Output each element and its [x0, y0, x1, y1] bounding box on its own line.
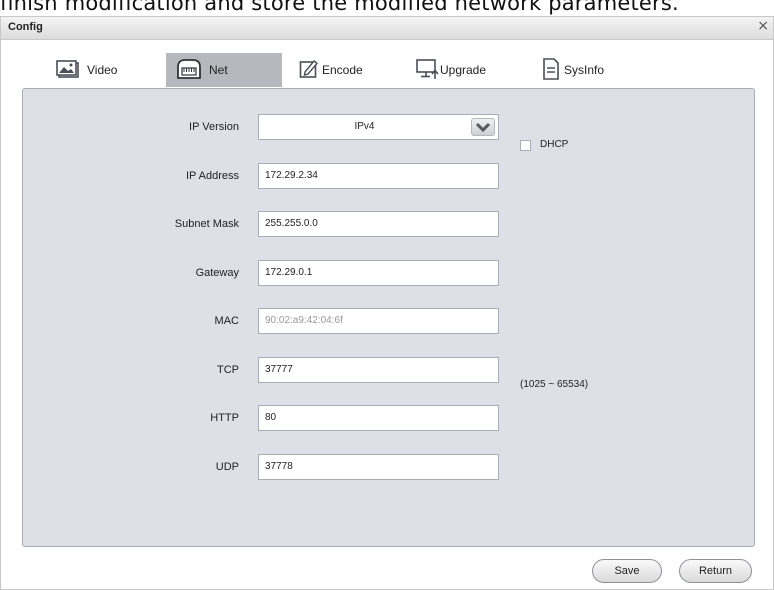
udp-label: UDP	[215, 461, 239, 473]
window-title: Config	[8, 21, 43, 33]
ip-version-value: IPv4	[354, 121, 375, 132]
network-icon	[176, 58, 202, 83]
edit-icon	[299, 59, 319, 82]
chevron-down-icon	[475, 122, 491, 133]
tab-sysinfo-label: SysInfo	[564, 63, 605, 77]
tcp-label: TCP	[217, 364, 239, 376]
ip-address-field[interactable]: 172.29.2.34	[258, 163, 499, 189]
udp-field[interactable]: 37778	[258, 454, 499, 480]
http-label: HTTP	[210, 412, 239, 424]
save-button[interactable]: Save	[592, 559, 662, 583]
tab-video-label: Video	[87, 63, 118, 77]
tab-upgrade[interactable]: Upgrade	[416, 53, 486, 87]
dhcp-label: DHCP	[540, 139, 569, 150]
ip-version-select[interactable]: IPv4	[258, 114, 499, 140]
tab-sysinfo[interactable]: SysInfo	[542, 53, 604, 87]
subnet-mask-label: Subnet Mask	[174, 218, 239, 230]
config-dialog: Config × Video Net Encode Upgrade SysInf…	[0, 16, 774, 590]
return-button[interactable]: Return	[679, 559, 752, 583]
dropdown-button[interactable]	[471, 118, 495, 136]
tab-upgrade-label: Upgrade	[440, 63, 487, 77]
tab-bar: Video Net Encode Upgrade SysInfo	[1, 53, 773, 87]
tab-encode-label: Encode	[322, 63, 363, 77]
mac-field: 90:02:a9:42:04:6f	[258, 308, 499, 334]
tab-encode[interactable]: Encode	[299, 53, 363, 87]
tab-net[interactable]: Net	[166, 53, 282, 87]
dhcp-checkbox[interactable]	[520, 140, 531, 151]
gateway-field[interactable]: 172.29.0.1	[258, 260, 499, 286]
gateway-label: Gateway	[195, 267, 239, 279]
ip-address-label: IP Address	[186, 170, 239, 182]
image-icon	[56, 59, 80, 82]
http-field[interactable]: 80	[258, 405, 499, 431]
net-settings-panel: IP Version IPv4 DHCP IP Address 172.29.2…	[22, 88, 755, 547]
title-bar: Config ×	[1, 17, 773, 40]
tcp-range-hint: (1025 ~ 65534)	[520, 379, 589, 390]
tab-net-label: Net	[209, 63, 228, 77]
close-icon[interactable]: ×	[757, 18, 769, 34]
document-icon	[542, 57, 560, 83]
subnet-mask-field[interactable]: 255.255.0.0	[258, 211, 499, 237]
ip-version-label: IP Version	[189, 121, 239, 133]
tcp-field[interactable]: 37777	[258, 357, 499, 383]
monitor-upgrade-icon	[416, 58, 440, 83]
mac-label: MAC	[214, 315, 239, 327]
tab-video[interactable]: Video	[56, 53, 117, 87]
